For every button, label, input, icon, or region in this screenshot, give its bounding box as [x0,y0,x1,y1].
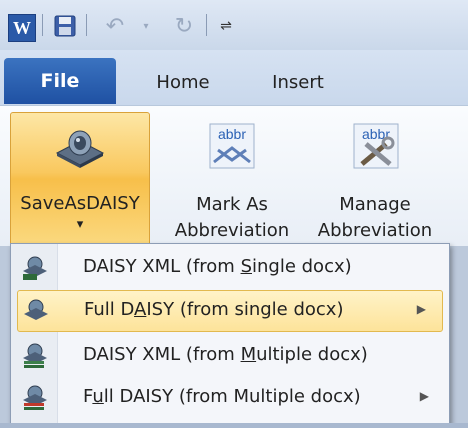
daisy-full-multi-icon [23,385,47,410]
menu-item-label: DAISY XML (from Single docx) [83,256,352,277]
abbr-mark-icon: abbr [209,123,255,169]
manage-label: Manage [339,194,411,215]
save-as-daisy-label: SaveAsDAISY [20,193,140,214]
submenu-arrow-icon: ▶ [419,389,429,403]
tab-insert[interactable]: Insert [258,66,338,100]
menu-item-label: Full DAISY (from Multiple docx) [83,386,361,407]
save-as-daisy-button[interactable]: SaveAsDAISY ▾ [10,112,150,246]
toolbar-separator [206,14,207,36]
save-as-daisy-menu: DAISY XML (from Single docx) Full DAISY … [10,243,450,425]
submenu-arrow-icon: ▶ [416,302,426,316]
menu-item-full-daisy-single[interactable]: Full DAISY (from single docx) ▶ [17,290,443,332]
daisy-speaker-icon [55,130,105,168]
customize-toolbar-icon[interactable]: ⇌ [218,14,234,38]
word-app-icon[interactable]: W [8,14,36,42]
daisy-xml-multi-icon [23,343,47,368]
daisy-full-icon [24,299,48,320]
menu-item-label: DAISY XML (from Multiple docx) [83,344,368,365]
menu-item-full-daisy-multiple[interactable]: Full DAISY (from Multiple docx) ▶ [13,378,445,418]
tab-file[interactable]: File [4,58,116,104]
menu-item-daisy-xml-multiple[interactable]: DAISY XML (from Multiple docx) [13,336,445,376]
svg-text:abbr: abbr [218,126,246,142]
ribbon-tabs: File Home Insert [0,50,468,105]
undo-dropdown-icon[interactable]: ▾ [140,14,152,38]
tab-home[interactable]: Home [148,66,218,100]
abbreviation-label: Abbreviation [174,220,290,241]
save-icon[interactable] [54,14,76,38]
document-area-edge [0,423,468,428]
ribbon-panel: SaveAsDAISY ▾ abbr Mark As Abbreviation … [0,105,468,246]
abbr-tools-icon: abbr [353,123,399,169]
chevron-down-icon: ▾ [76,217,84,232]
redo-icon[interactable]: ↻ [170,14,198,39]
toolbar-separator [42,14,43,36]
manage-abbreviation-button[interactable]: abbr Manage Abbreviation [308,112,442,244]
quick-access-toolbar: W ↶ ▾ ↻ ⇌ [0,0,468,51]
toolbar-separator [86,14,87,36]
mark-as-label: Mark As [196,194,268,215]
menu-item-label: Full DAISY (from single docx) [84,299,344,320]
daisy-xml-icon [23,256,47,280]
menu-item-daisy-xml-single[interactable]: DAISY XML (from Single docx) [13,248,445,288]
mark-as-abbreviation-button[interactable]: abbr Mark As Abbreviation [168,112,296,244]
abbreviation-label: Abbreviation [317,220,433,241]
undo-icon[interactable]: ↶ [100,14,130,39]
